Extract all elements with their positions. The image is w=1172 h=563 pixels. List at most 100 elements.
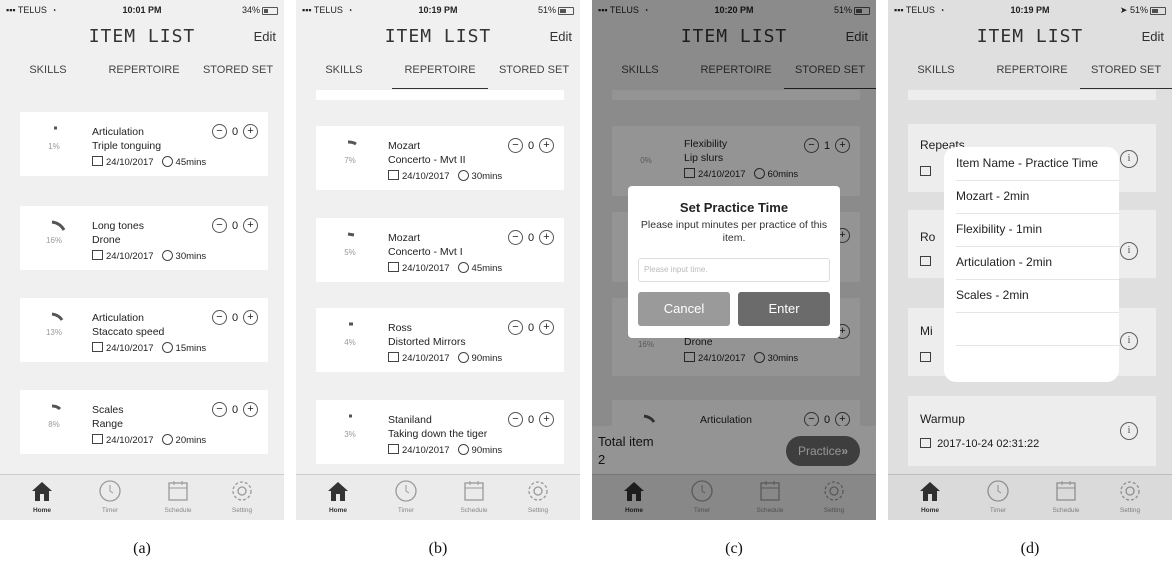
bottom-tab-bar: Home Timer Schedule Setting	[296, 474, 580, 520]
popup-item[interactable]	[956, 312, 1119, 346]
tabbar-label: Setting	[527, 507, 549, 514]
cancel-button[interactable]: Cancel	[638, 292, 730, 326]
dialog-message: Please input minutes per practice of thi…	[640, 219, 828, 244]
tabbar-timer[interactable]: Timer	[378, 479, 434, 514]
battery-icon	[558, 6, 574, 15]
calendar-icon	[388, 444, 399, 454]
home-icon	[328, 482, 348, 501]
minus-icon[interactable]: −	[212, 310, 227, 325]
tab-stored-set[interactable]: STORED SET	[488, 64, 580, 88]
list-item[interactable]: 7% Mozart Concerto - Mvt II 24/10/2017 30…	[316, 126, 564, 190]
item-category: Long tones	[92, 220, 144, 232]
quantity-value: 0	[527, 139, 535, 152]
calendar-icon	[388, 170, 399, 180]
progress-percent: 8%	[48, 420, 60, 429]
item-meta: 24/10/2017 30mins	[388, 170, 502, 182]
calendar-icon	[388, 262, 399, 272]
popup-item[interactable]: Articulation - 2min	[956, 246, 1119, 280]
item-date: 24/10/2017	[106, 251, 154, 262]
list-item[interactable]: 16% Long tones Drone 24/10/2017 30mins −0…	[20, 206, 268, 270]
item-date: 24/10/2017	[402, 171, 450, 182]
tab-stored-set[interactable]: STORED SET	[192, 64, 284, 88]
practice-time-input[interactable]: Please input time.	[638, 258, 830, 282]
item-name: Staccato speed	[92, 326, 165, 338]
item-duration: 90mins	[471, 445, 503, 456]
item-meta: 24/10/2017 20mins	[92, 434, 206, 446]
plus-icon[interactable]: +	[243, 402, 258, 417]
item-duration: 20mins	[175, 435, 207, 446]
tab-repertoire[interactable]: REPERTOIRE	[392, 64, 488, 89]
clock-icon	[161, 342, 173, 353]
minus-icon[interactable]: −	[508, 320, 523, 335]
list-item[interactable]: 8% Scales Range 24/10/2017 20mins −0 +	[20, 390, 268, 454]
item-name: Range	[92, 418, 123, 430]
plus-icon[interactable]: +	[243, 124, 258, 139]
progress-gauge-icon	[349, 322, 353, 326]
progress-gauge-icon	[51, 312, 64, 321]
item-date: 24/10/2017	[106, 435, 154, 446]
minus-icon[interactable]: −	[212, 124, 227, 139]
list-item[interactable]: 13% Articulation Staccato speed 24/10/20…	[20, 298, 268, 362]
tabbar-schedule[interactable]: Schedule	[150, 479, 206, 514]
popup-item[interactable]: Mozart - 2min	[956, 180, 1119, 214]
progress-gauge-icon	[349, 414, 352, 418]
list-item[interactable]: 4% Ross Distorted Mirrors 24/10/2017 90mi…	[316, 308, 564, 372]
tabbar-label: Timer	[397, 507, 415, 514]
item-duration: 90mins	[471, 353, 503, 364]
minus-icon[interactable]: −	[212, 218, 227, 233]
minus-icon[interactable]: −	[508, 412, 523, 427]
minus-icon[interactable]: −	[508, 138, 523, 153]
plus-icon[interactable]: +	[539, 412, 554, 427]
item-meta: 24/10/2017 45mins	[92, 156, 206, 168]
battery-icon	[262, 6, 278, 15]
plus-icon[interactable]: +	[539, 138, 554, 153]
item-meta: 24/10/2017 15mins	[92, 342, 206, 354]
popup-item[interactable]: Flexibility - 1min	[956, 213, 1119, 247]
calendar-icon	[92, 342, 103, 352]
tabbar-home[interactable]: Home	[310, 479, 366, 514]
plus-icon[interactable]: +	[243, 218, 258, 233]
calendar-icon	[92, 156, 103, 166]
clock-icon	[457, 262, 469, 273]
edit-button[interactable]: Edit	[550, 29, 572, 44]
progress-percent: 16%	[45, 236, 62, 245]
quantity-value: 0	[231, 125, 239, 138]
tab-skills[interactable]: SKILLS	[0, 64, 96, 88]
tabbar-setting[interactable]: Setting	[510, 479, 566, 514]
tabbar-home[interactable]: Home	[14, 479, 70, 514]
plus-icon[interactable]: +	[539, 320, 554, 335]
tabbar-schedule[interactable]: Schedule	[446, 479, 502, 514]
tab-skills[interactable]: SKILLS	[296, 64, 392, 88]
quantity-stepper: −0 +	[212, 402, 258, 417]
progress-gauge-icon	[347, 140, 357, 146]
progress-percent: 7%	[344, 156, 356, 165]
item-meta: 24/10/2017 90mins	[388, 444, 502, 456]
popup-item[interactable]	[956, 345, 1119, 378]
calendar-icon	[92, 434, 103, 444]
screen-a: ▪▪▪ TELUS ◔ 10:01 PM 34% ITEM LIST Edit …	[0, 0, 284, 520]
timer-icon	[395, 480, 417, 502]
minus-icon[interactable]: −	[508, 230, 523, 245]
list-item[interactable]: 1% Articulation Triple tonguing 24/10/20…	[20, 112, 268, 176]
status-bar: ▪▪▪ TELUS ◔ 10:19 PM 51%	[296, 0, 580, 20]
edit-button[interactable]: Edit	[254, 29, 276, 44]
tabbar-setting[interactable]: Setting	[214, 479, 270, 514]
list-item[interactable]	[316, 90, 564, 100]
tabbar-timer[interactable]: Timer	[82, 479, 138, 514]
item-category: Mozart	[388, 232, 421, 244]
list-item[interactable]: 5% Mozart Concerto - Mvt I 24/10/2017 45m…	[316, 218, 564, 282]
popup-header: Item Name - Practice Time	[956, 147, 1119, 181]
plus-icon[interactable]: +	[539, 230, 554, 245]
list-item[interactable]: 3% Staniland Taking down the tiger 24/10…	[316, 400, 564, 464]
progress-percent: 13%	[45, 328, 62, 337]
popup-item[interactable]: Scales - 2min	[956, 279, 1119, 313]
tab-repertoire[interactable]: REPERTOIRE	[96, 64, 192, 88]
quantity-stepper: −0 +	[212, 124, 258, 139]
calendar-icon	[388, 352, 399, 362]
dialog-title: Set Practice Time	[679, 200, 789, 215]
progress-percent: 1%	[48, 142, 60, 151]
enter-button[interactable]: Enter	[738, 292, 830, 326]
quantity-value: 0	[231, 403, 239, 416]
minus-icon[interactable]: −	[212, 402, 227, 417]
plus-icon[interactable]: +	[243, 310, 258, 325]
